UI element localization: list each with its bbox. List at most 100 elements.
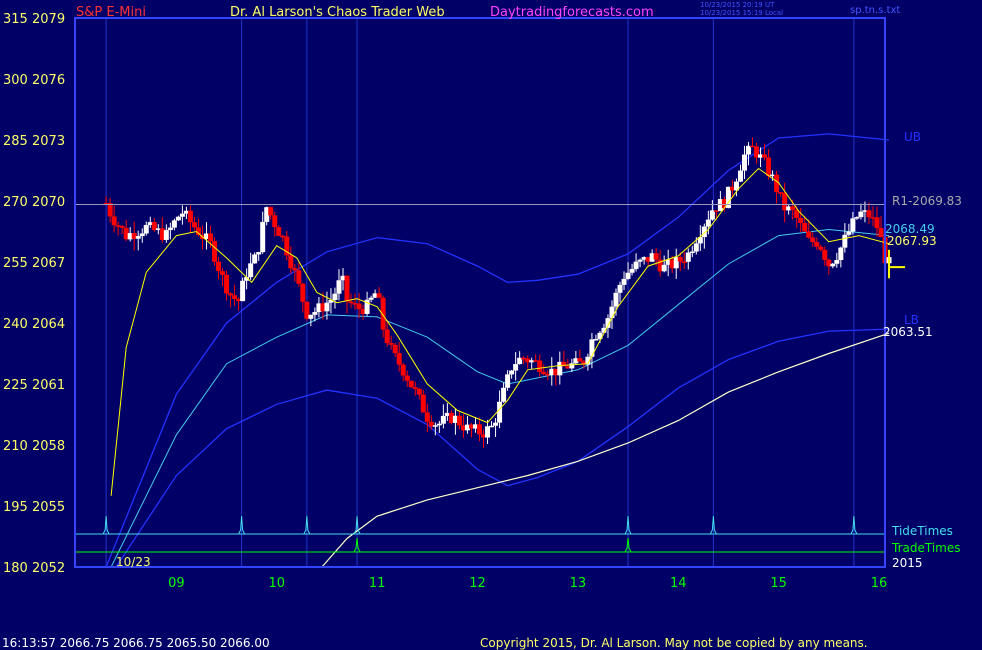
down-bar xyxy=(810,237,816,243)
y-left-tick-label: 225 xyxy=(3,378,28,393)
up-bar xyxy=(324,302,330,312)
down-bar xyxy=(537,360,543,372)
up-bar xyxy=(705,219,711,227)
bands xyxy=(105,133,890,568)
y-right-tick-label: 2073 xyxy=(32,134,65,149)
down-bar xyxy=(388,343,394,345)
y-right-tick-label: 2055 xyxy=(32,500,65,515)
down-bar xyxy=(541,371,547,374)
down-bar xyxy=(653,253,659,260)
down-bar xyxy=(292,268,298,271)
down-bar xyxy=(288,255,294,269)
down-bar xyxy=(228,293,234,296)
up-bar xyxy=(135,236,141,239)
legend-trade: TradeTimes xyxy=(892,541,961,555)
up-bar xyxy=(240,280,246,302)
upper-band-line xyxy=(105,133,890,568)
y-right-tick-label: 2061 xyxy=(32,378,65,393)
up-bar xyxy=(693,243,699,252)
y-right-tick-label: 2079 xyxy=(32,12,65,27)
down-bar xyxy=(400,364,406,376)
up-bar xyxy=(485,426,491,438)
up-bar xyxy=(633,261,639,269)
up-bar xyxy=(685,252,691,262)
levels xyxy=(76,203,906,279)
year-label: 2015 xyxy=(892,556,923,570)
fast-average-line xyxy=(110,167,890,496)
up-bar xyxy=(617,284,623,293)
up-bar xyxy=(368,297,374,300)
site-link[interactable]: Daytradingforecasts.com xyxy=(490,5,654,20)
up-bar xyxy=(440,415,446,424)
down-bar xyxy=(874,217,880,229)
up-bar xyxy=(501,387,507,402)
averages xyxy=(110,167,890,568)
up-bar xyxy=(858,211,864,218)
timestamp-local: 10/23/2015 15:19 Local xyxy=(700,9,784,17)
up-bar xyxy=(436,423,442,426)
level-r1-label: R1-2069.83 xyxy=(892,194,962,208)
y-left-tick-label: 240 xyxy=(3,317,28,332)
chart-frame xyxy=(74,17,886,568)
lower-band-line xyxy=(115,328,890,568)
down-bar xyxy=(774,174,780,193)
y-right-tick-label: 2076 xyxy=(32,73,65,88)
up-bar xyxy=(260,221,266,253)
down-bar xyxy=(822,249,828,260)
down-bar xyxy=(766,157,772,177)
up-bar xyxy=(830,263,836,267)
down-bar xyxy=(396,353,402,365)
up-bar xyxy=(312,312,318,315)
y-left-tick-label: 270 xyxy=(3,195,28,210)
y-left-tick-label: 315 xyxy=(3,12,28,27)
down-bar xyxy=(818,246,824,250)
up-bar xyxy=(332,293,338,301)
x-tick-label: 09 xyxy=(168,576,185,591)
up-bar xyxy=(625,272,631,279)
down-bar xyxy=(296,270,302,284)
up-bar xyxy=(629,268,635,273)
down-bar xyxy=(224,274,230,294)
grid-lines xyxy=(105,18,855,567)
down-bar xyxy=(577,358,583,362)
up-bar xyxy=(593,339,599,341)
down-bar xyxy=(424,412,430,422)
down-bar xyxy=(798,218,804,223)
x-tick-label: 12 xyxy=(469,576,486,591)
file-label: sp.tn.s.txt xyxy=(850,5,901,16)
y-left-tick-label: 210 xyxy=(3,439,28,454)
up-bar xyxy=(143,224,149,234)
down-bar xyxy=(272,215,278,228)
date-label: 10/23 xyxy=(116,555,151,569)
down-bar xyxy=(384,329,390,344)
chart-title: Dr. Al Larson's Chaos Trader Web xyxy=(230,5,445,20)
down-bar xyxy=(476,424,482,435)
down-bar xyxy=(107,203,113,217)
down-bar xyxy=(677,257,683,262)
down-bar xyxy=(814,242,820,247)
down-bar xyxy=(268,207,274,216)
down-bar xyxy=(376,293,382,298)
x-tick-label: 10 xyxy=(268,576,285,591)
x-tick-label: 16 xyxy=(871,576,888,591)
down-bar xyxy=(456,415,462,426)
down-bar xyxy=(276,227,282,236)
up-bar xyxy=(175,216,181,221)
instrument-label: S&P E-Mini xyxy=(76,5,146,20)
up-bar xyxy=(509,370,515,375)
down-bar xyxy=(420,394,426,413)
down-bar xyxy=(790,206,796,210)
down-bar xyxy=(216,261,222,272)
x-tick-label: 14 xyxy=(670,576,687,591)
y-right-tick-label: 2067 xyxy=(32,256,65,271)
up-bar xyxy=(497,401,503,423)
x-tick-label: 11 xyxy=(369,576,386,591)
y-right-tick-label: 2058 xyxy=(32,439,65,454)
down-bar xyxy=(416,388,422,395)
time-markers xyxy=(76,515,884,553)
y-left-tick-label: 180 xyxy=(3,561,28,576)
up-bar xyxy=(163,230,169,240)
y-right-tick-label: 2070 xyxy=(32,195,65,210)
down-bar xyxy=(412,387,418,389)
up-bar xyxy=(256,252,262,255)
